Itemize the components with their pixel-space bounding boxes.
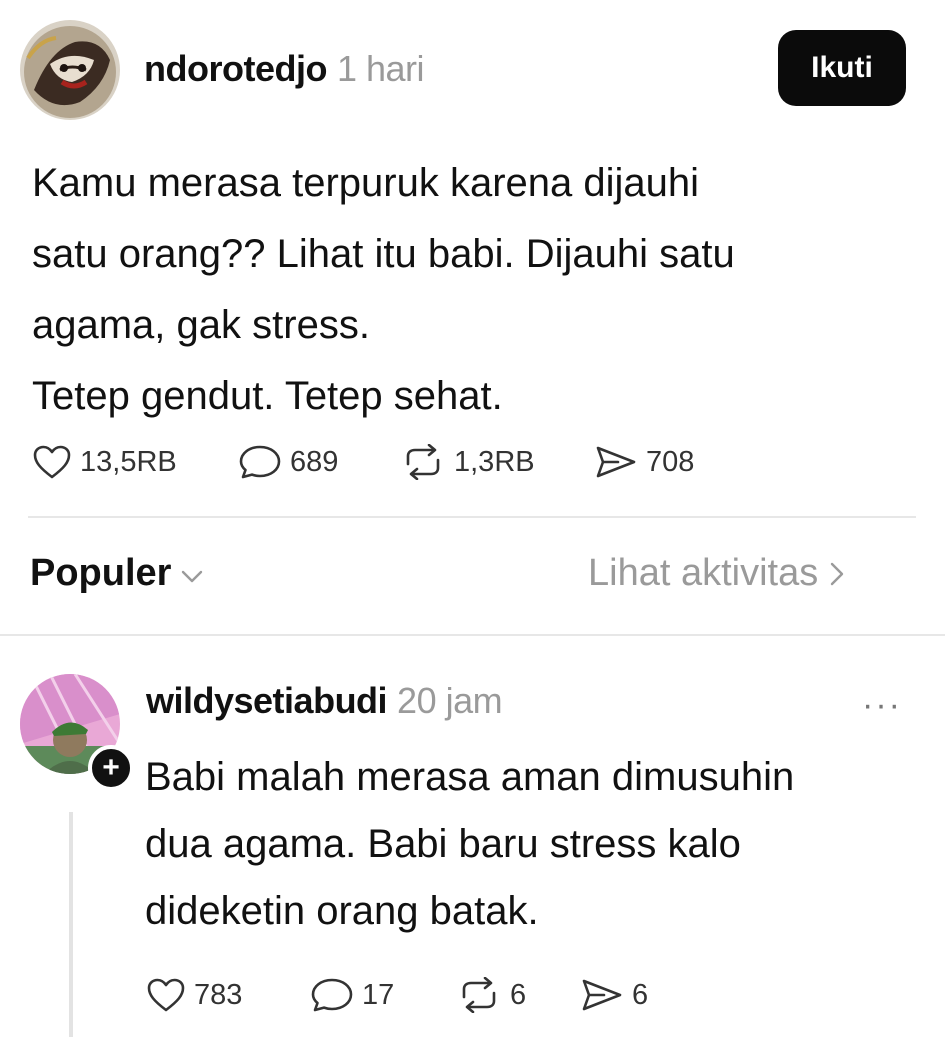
share-icon [582,979,622,1011]
share-button[interactable]: 6 [580,977,648,1013]
reply-time: 20 jam [397,680,503,721]
follow-plus-badge[interactable]: + [88,745,134,791]
heart-icon [33,445,71,479]
avatar-image [20,20,120,120]
share-count: 6 [632,978,649,1011]
follow-button[interactable]: Ikuti [778,30,906,106]
like-button[interactable]: 783 [146,977,242,1013]
activity-label: Lihat aktivitas [588,552,819,594]
post-text: Kamu merasa terpuruk karena dijauhi satu… [32,161,735,418]
avatar[interactable] [20,20,120,120]
comment-button[interactable]: 17 [310,977,394,1013]
divider [28,516,916,518]
repost-icon [406,444,440,480]
share-count: 708 [646,445,695,478]
view-activity-link[interactable]: Lihat aktivitas [588,552,844,595]
divider [0,634,945,636]
like-count: 783 [194,978,243,1011]
share-icon [596,446,636,478]
repost-count: 6 [510,978,527,1011]
repost-button[interactable]: 1,3RB [400,444,535,480]
repost-button[interactable]: 6 [456,977,526,1013]
comment-icon [311,978,353,1012]
repost-count: 1,3RB [454,445,535,478]
repost-icon [462,977,496,1013]
post-username[interactable]: ndorotedjo [144,48,327,89]
more-options-icon[interactable]: ··· [862,686,902,725]
thread-line [69,812,73,1037]
comment-icon [239,445,281,479]
like-button[interactable]: 13,5RB [32,444,177,480]
like-count: 13,5RB [80,445,177,478]
post-time: 1 hari [336,48,425,89]
heart-icon [147,978,185,1012]
chevron-down-icon [182,570,203,582]
post-header: ndorotedjo 1 hari [144,48,425,90]
sort-label: Populer [30,552,172,594]
sort-dropdown[interactable]: Populer [30,552,203,595]
chevron-right-icon [831,562,844,585]
comment-count: 689 [290,445,339,478]
comment-count: 17 [362,978,395,1011]
reply-text: Babi malah merasa aman dimusuhin dua aga… [145,755,795,933]
reply-username[interactable]: wildysetiabudi [146,680,388,721]
share-button[interactable]: 708 [594,444,694,480]
comment-button[interactable]: 689 [238,444,338,480]
reply-header: wildysetiabudi 20 jam [146,680,503,722]
